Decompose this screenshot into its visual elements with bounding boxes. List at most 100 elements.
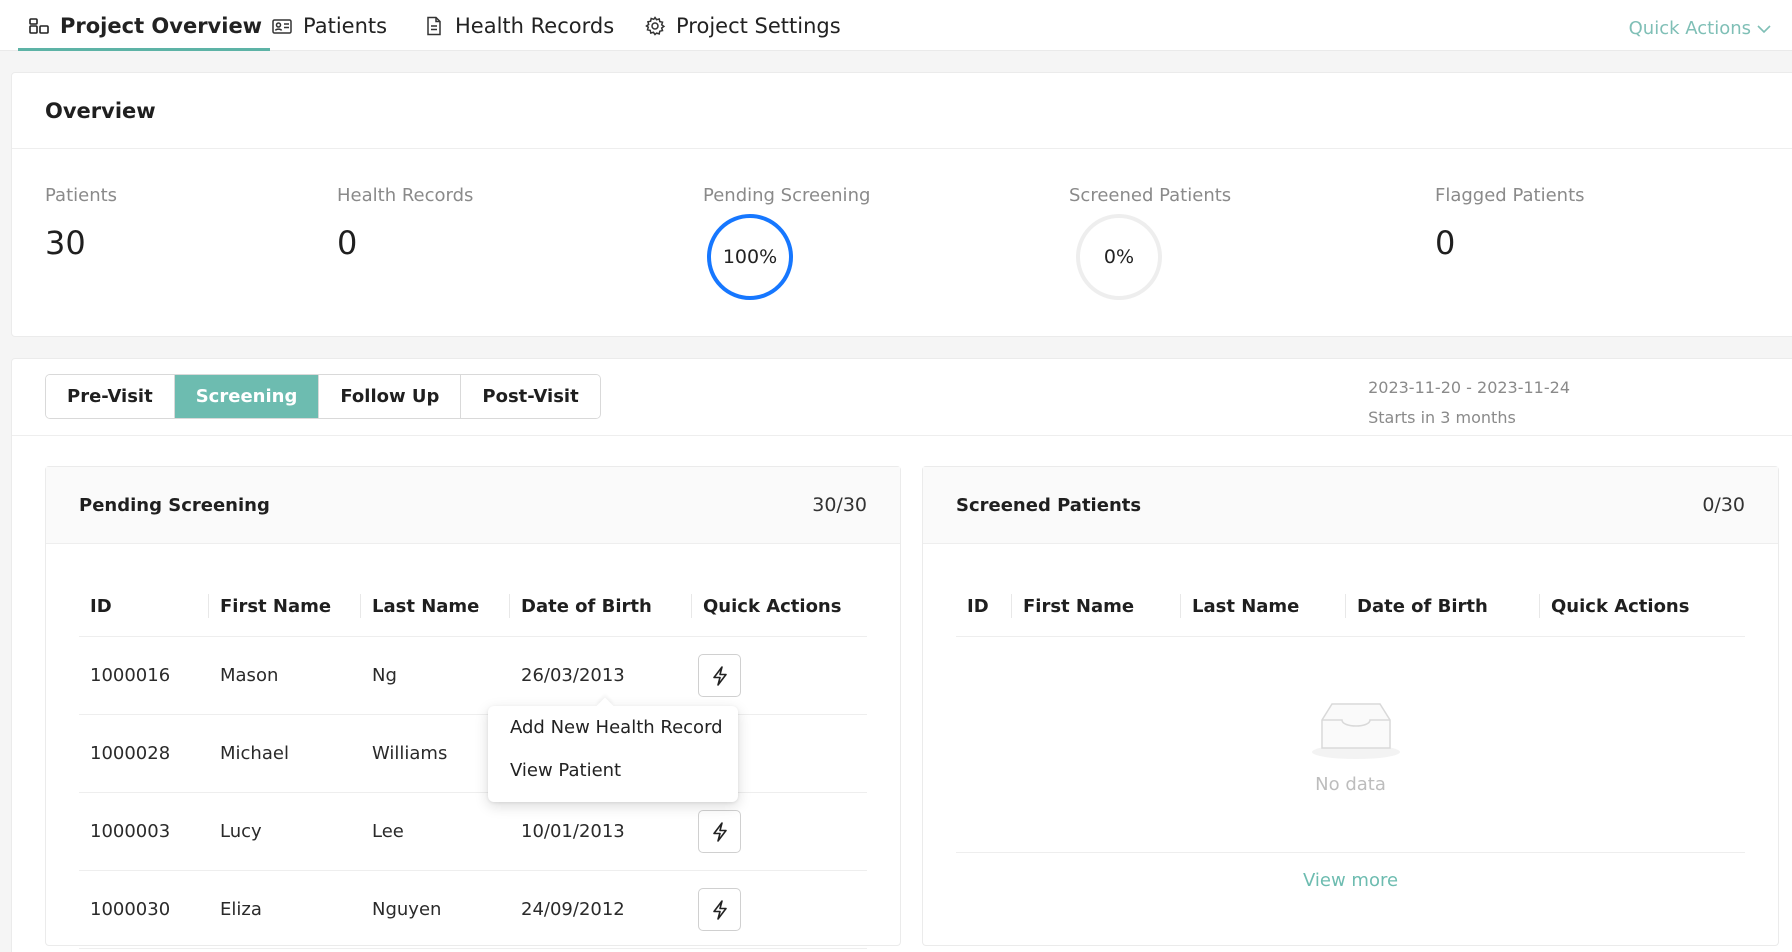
- divider: [12, 435, 1792, 436]
- stage-post-visit[interactable]: Post-Visit: [461, 375, 600, 418]
- panel-header: Pending Screening 30/30: [46, 467, 900, 544]
- progress-percent: 100%: [722, 246, 778, 268]
- view-more-link[interactable]: View more: [923, 870, 1778, 891]
- panel-header: Screened Patients 0/30: [923, 467, 1778, 544]
- quick-actions-label: Quick Actions: [1628, 18, 1751, 39]
- empty-inbox-icon: [1310, 698, 1402, 760]
- lightning-icon: [709, 899, 731, 921]
- stat-label: Screened Patients: [1069, 185, 1232, 206]
- stage-screening[interactable]: Screening: [174, 375, 320, 418]
- stat-label: Patients: [45, 185, 118, 206]
- menu-item-add-health-record[interactable]: Add New Health Record: [510, 717, 723, 738]
- lightning-icon: [709, 665, 731, 687]
- column-header-quick-actions: Quick Actions: [703, 595, 842, 617]
- stat-patients: Patients 30: [45, 185, 117, 262]
- pending-screening-panel: Pending Screening 30/30 ID First Name La…: [45, 466, 901, 949]
- tab-health-records[interactable]: Health Records: [423, 0, 614, 51]
- stage-selector: Pre-Visit Screening Follow Up Post-Visit: [45, 374, 601, 419]
- stat-label: Flagged Patients: [1435, 185, 1585, 206]
- empty-state: No data: [956, 638, 1745, 853]
- screened-table: ID First Name Last Name Date of Birth Qu…: [956, 576, 1745, 637]
- tab-project-settings[interactable]: Project Settings: [644, 0, 841, 51]
- cell-first-name: Eliza: [220, 899, 262, 920]
- tab-label: Health Records: [455, 13, 615, 38]
- tab-label: Patients: [303, 13, 388, 38]
- stat-value: 0: [337, 224, 358, 262]
- progress-ring: 100%: [705, 212, 795, 302]
- table-header: ID First Name Last Name Date of Birth Qu…: [79, 576, 867, 637]
- cell-id: 1000003: [90, 821, 171, 842]
- cell-last-name: Ng: [372, 665, 397, 686]
- active-tab-indicator: [18, 48, 271, 51]
- cell-id: 1000030: [90, 899, 171, 920]
- column-separator: [208, 594, 209, 618]
- progress-ring: 0%: [1074, 212, 1164, 302]
- stage-follow-up[interactable]: Follow Up: [319, 375, 462, 418]
- column-header-last-name: Last Name: [1192, 595, 1300, 617]
- overview-title: Overview: [45, 99, 156, 123]
- quick-actions-dropdown[interactable]: Quick Actions: [1629, 18, 1772, 39]
- column-header-first-name: First Name: [220, 595, 332, 617]
- quick-action-button[interactable]: [698, 888, 741, 931]
- gear-icon: [644, 15, 666, 37]
- chevron-down-icon: [1756, 23, 1772, 35]
- quick-action-button[interactable]: [698, 810, 741, 853]
- table-row: 1000028 Michael Williams: [79, 715, 867, 793]
- stat-label: Health Records: [337, 185, 474, 206]
- panel-count: 0/30: [1702, 494, 1745, 516]
- screening-card: Pre-Visit Screening Follow Up Post-Visit…: [11, 358, 1792, 952]
- cell-last-name: Williams: [372, 743, 448, 764]
- stat-pending-screening: Pending Screening 100%: [703, 185, 870, 302]
- tab-label: Project Overview: [60, 13, 263, 38]
- column-header-quick-actions: Quick Actions: [1551, 595, 1690, 617]
- top-navigation: Project Overview Patients Health Records: [0, 0, 1792, 51]
- panel-title: Pending Screening: [79, 495, 270, 516]
- empty-text: No data: [1315, 774, 1386, 795]
- column-header-date-of-birth: Date of Birth: [1357, 595, 1488, 617]
- table-row: 1000030 Eliza Nguyen 24/09/2012: [79, 871, 867, 949]
- divider: [12, 148, 1792, 149]
- cell-date-of-birth: 10/01/2013: [521, 821, 625, 842]
- column-separator: [509, 594, 510, 618]
- starts-in: Starts in 3 months: [1368, 408, 1516, 427]
- pending-table: ID First Name Last Name Date of Birth Qu…: [79, 576, 867, 949]
- tab-label: Project Settings: [676, 13, 841, 38]
- stat-value: 30: [45, 224, 86, 262]
- table-row: 1000003 Lucy Lee 10/01/2013: [79, 793, 867, 871]
- dashboard-icon: [28, 15, 50, 37]
- column-separator: [360, 594, 361, 618]
- stat-label: Pending Screening: [703, 185, 871, 206]
- table-header: ID First Name Last Name Date of Birth Qu…: [956, 576, 1745, 637]
- panel-count: 30/30: [812, 494, 867, 516]
- menu-item-view-patient[interactable]: View Patient: [510, 760, 621, 781]
- stage-pre-visit[interactable]: Pre-Visit: [46, 375, 175, 418]
- column-separator: [1180, 594, 1181, 618]
- tab-patients[interactable]: Patients: [271, 0, 387, 51]
- column-header-date-of-birth: Date of Birth: [521, 595, 652, 617]
- progress-percent: 0%: [1103, 246, 1135, 268]
- quick-action-button[interactable]: [698, 654, 741, 697]
- column-header-first-name: First Name: [1023, 595, 1135, 617]
- table-row: 1000016 Mason Ng 26/03/2013: [79, 637, 867, 715]
- stat-flagged-patients: Flagged Patients 0: [1435, 185, 1585, 262]
- column-separator: [691, 594, 692, 618]
- cell-id: 1000016: [90, 665, 171, 686]
- tab-project-overview[interactable]: Project Overview: [18, 0, 271, 51]
- document-icon: [423, 15, 445, 37]
- column-header-last-name: Last Name: [372, 595, 480, 617]
- cell-id: 1000028: [90, 743, 171, 764]
- cell-first-name: Lucy: [220, 821, 262, 842]
- cell-last-name: Lee: [372, 821, 404, 842]
- column-header-id: ID: [90, 595, 112, 617]
- quick-actions-menu: Add New Health Record View Patient: [488, 697, 738, 802]
- column-header-id: ID: [967, 595, 989, 617]
- stat-health-records: Health Records 0: [337, 185, 473, 262]
- column-separator: [1011, 594, 1012, 618]
- cell-last-name: Nguyen: [372, 899, 442, 920]
- column-separator: [1539, 594, 1540, 618]
- date-range-info: 2023-11-20 - 2023-11-24 Starts in 3 mont…: [1368, 373, 1570, 433]
- id-card-icon: [271, 15, 293, 37]
- lightning-icon: [709, 821, 731, 843]
- cell-first-name: Mason: [220, 665, 279, 686]
- screened-patients-panel: Screened Patients 0/30 ID First Name Las…: [922, 466, 1779, 946]
